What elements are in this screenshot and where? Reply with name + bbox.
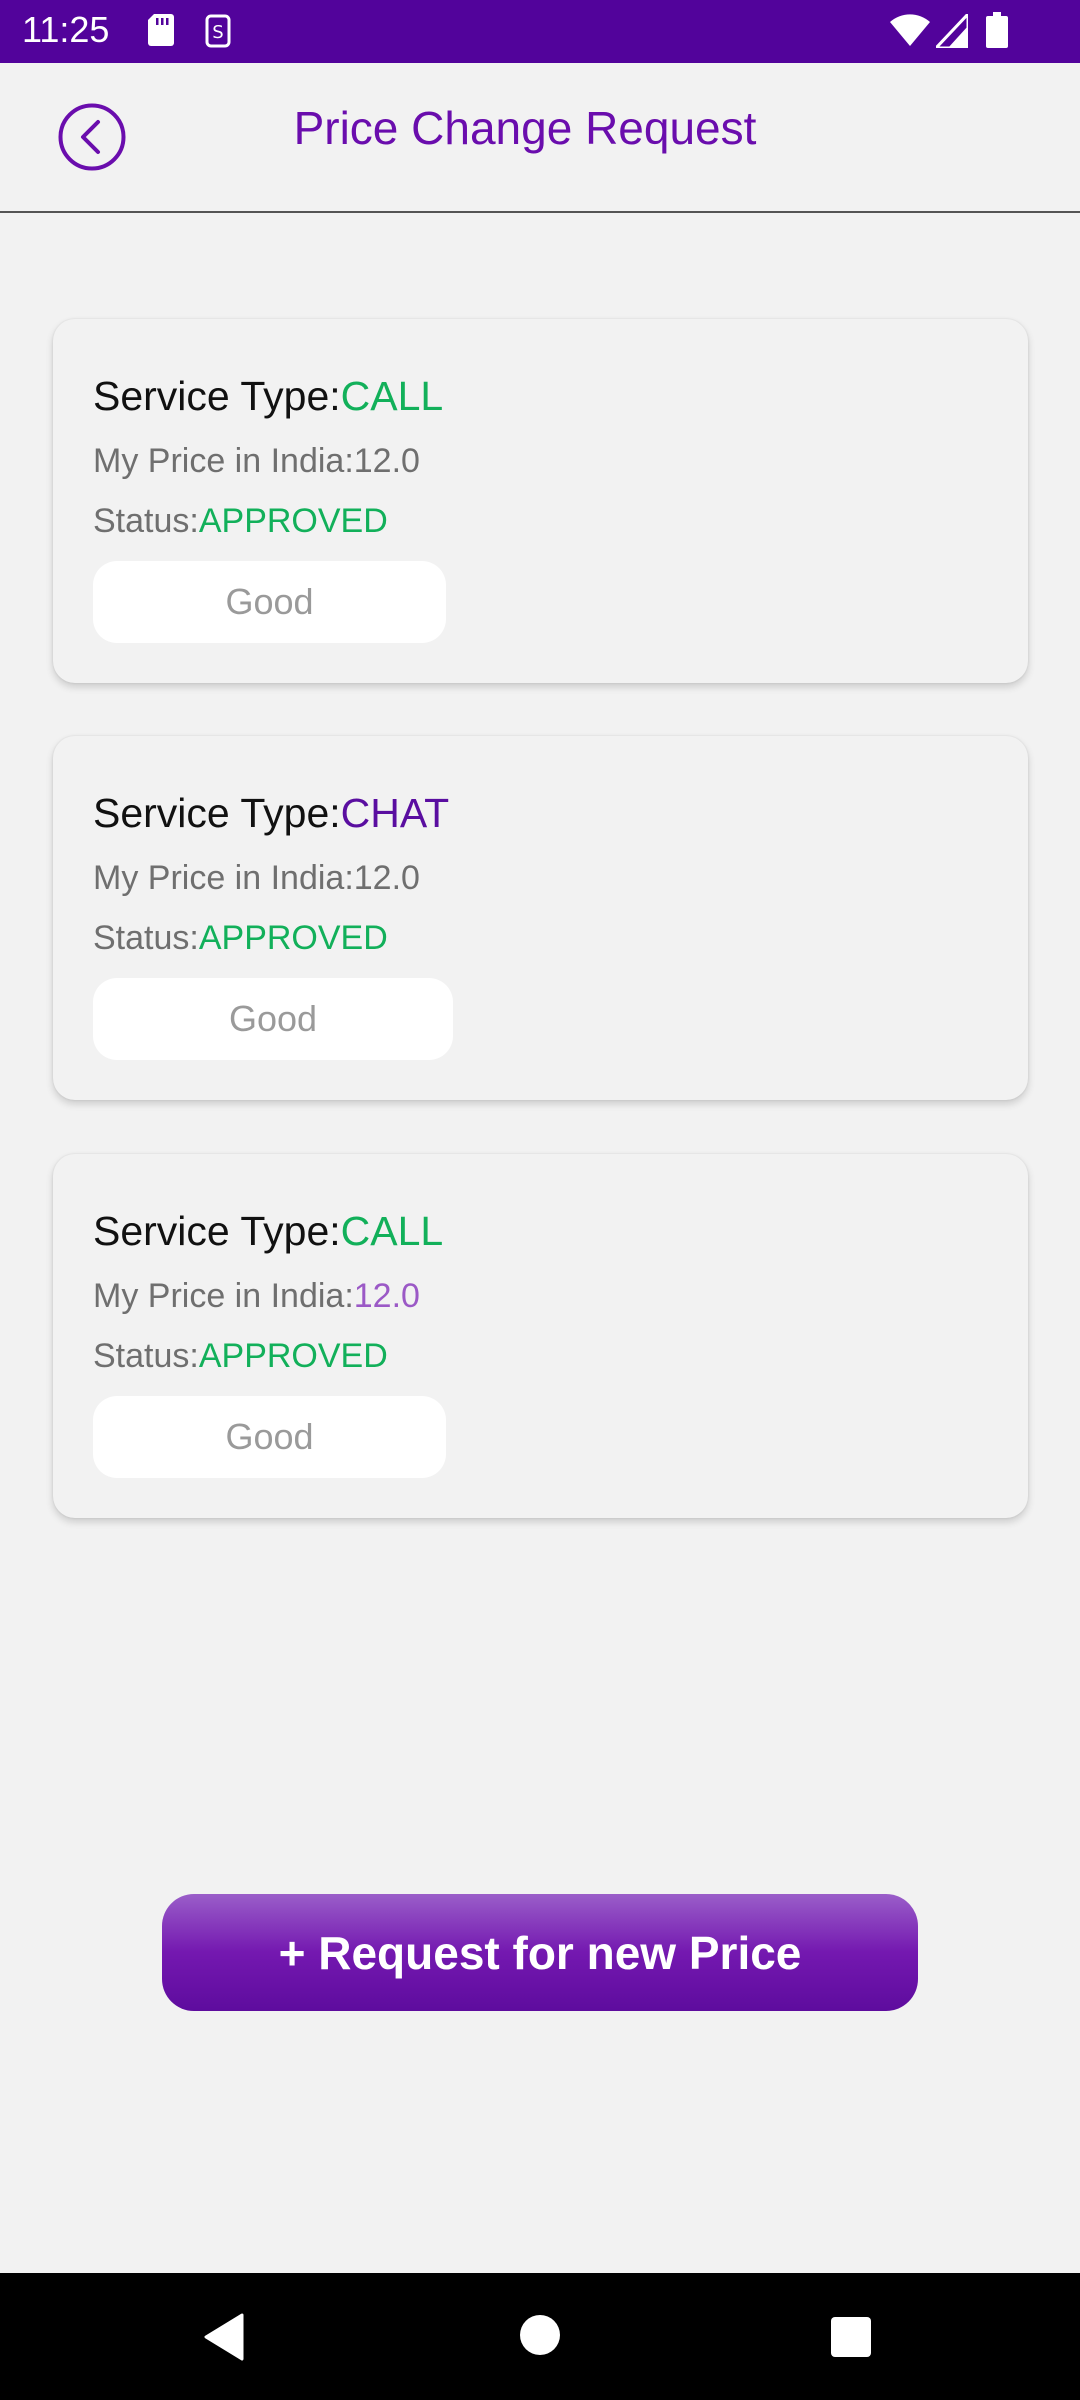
price-request-card: Service Type:CALL My Price in India:12.0… [53, 319, 1028, 683]
status: Status:APPROVED [93, 1337, 388, 1376]
status-label: Status: [93, 502, 199, 540]
price-request-card: Service Type:CHAT My Price in India:12.0… [53, 736, 1028, 1100]
service-type-label: Service Type: [93, 373, 341, 419]
service-type-value: CHAT [340, 790, 450, 836]
page-title: Price Change Request [293, 102, 757, 154]
screen: 11:25 S Price Change Request Service Typ… [0, 0, 1080, 2400]
status-value: APPROVED [198, 1337, 388, 1375]
signal-icon [936, 14, 968, 48]
sd-card-icon [148, 14, 174, 46]
wifi-icon [890, 14, 930, 46]
nav-recents-icon[interactable] [831, 2317, 871, 2357]
status-value: APPROVED [198, 919, 388, 957]
status-label: Status: [93, 919, 199, 957]
feedback-field: Good [93, 978, 453, 1060]
vpn-icon: S [205, 14, 231, 48]
price: My Price in India:12.0 [93, 859, 420, 898]
status: Status:APPROVED [93, 919, 388, 958]
price-label: My Price in India: [93, 859, 354, 897]
price-value: 12.0 [353, 1277, 420, 1315]
price-value: 12.0 [353, 859, 420, 897]
navigation-bar [0, 2273, 1080, 2400]
battery-icon [986, 12, 1008, 48]
app-header: Price Change Request [0, 63, 1080, 213]
feedback-field: Good [93, 561, 446, 643]
feedback-field: Good [93, 1396, 446, 1478]
price-value: 12.0 [353, 442, 420, 480]
service-type-label: Service Type: [93, 790, 341, 836]
status-time: 11:25 [22, 9, 110, 50]
status: Status:APPROVED [93, 502, 388, 541]
price-request-card: Service Type:CALL My Price in India:12.0… [53, 1154, 1028, 1518]
status-value: APPROVED [198, 502, 388, 540]
request-new-price-button[interactable]: + Request for new Price [162, 1894, 918, 2011]
price-label: My Price in India: [93, 1277, 354, 1315]
status-label: Status: [93, 1337, 199, 1375]
service-type: Service Type:CHAT [93, 790, 449, 837]
price: My Price in India:12.0 [93, 442, 420, 481]
price: My Price in India:12.0 [93, 1277, 420, 1316]
svg-text:S: S [212, 22, 223, 43]
service-type: Service Type:CALL [93, 373, 443, 420]
service-type: Service Type:CALL [93, 1208, 443, 1255]
nav-home-icon[interactable] [520, 2315, 560, 2355]
service-type-label: Service Type: [93, 1208, 341, 1254]
price-label: My Price in India: [93, 442, 354, 480]
nav-back-icon[interactable] [202, 2313, 246, 2361]
status-bar: 11:25 S [0, 0, 1080, 63]
service-type-value: CALL [340, 373, 444, 419]
service-type-value: CALL [340, 1208, 444, 1254]
